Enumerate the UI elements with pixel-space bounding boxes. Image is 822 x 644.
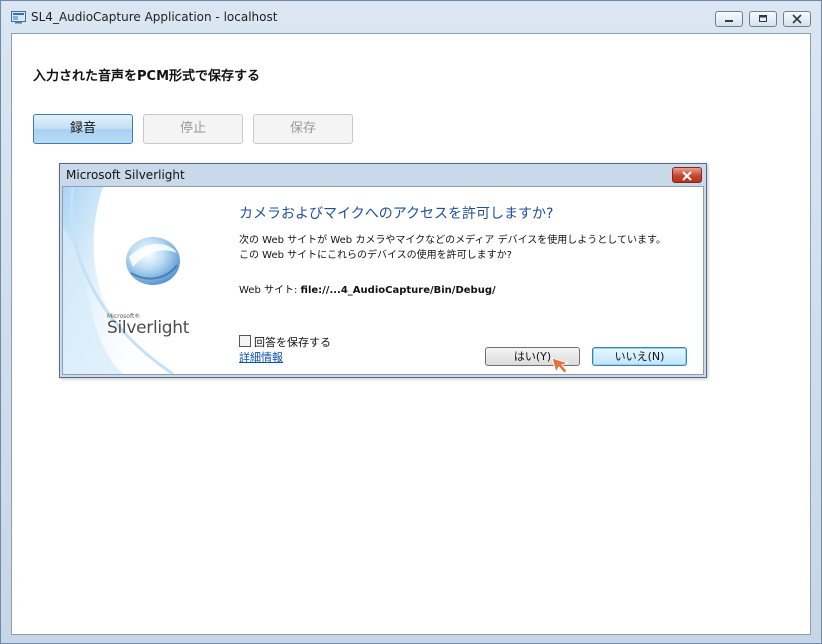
mouse-cursor-icon [551, 357, 570, 374]
window-title: SL4_AudioCapture Application - localhost [31, 10, 278, 24]
remember-label: 回答を保存する [254, 336, 331, 349]
page-heading: 入力された音声をPCM形式で保存する [33, 69, 261, 84]
permission-description: 次の Web サイトが Web カメラやマイクなどのメディア デバイスを使用しよ… [239, 235, 666, 261]
stop-button[interactable]: 停止 [143, 114, 243, 144]
permission-question: カメラおよびマイクへのアクセスを許可しますか? [239, 206, 554, 222]
brand-silverlight: Silverlight [107, 318, 190, 338]
save-button[interactable]: 保存 [253, 114, 353, 144]
silverlight-permission-dialog: Microsoft Silverlight Microsoft® Silverl… [59, 163, 707, 378]
dialog-title: Microsoft Silverlight [66, 168, 185, 182]
minimize-icon [725, 20, 733, 22]
title-bar[interactable]: SL4_AudioCapture Application - localhost [1, 1, 821, 33]
site-line: Web サイト: file://...4_AudioCapture/Bin/De… [239, 281, 496, 296]
close-icon [792, 14, 802, 24]
no-button[interactable]: いいえ(N) [592, 347, 687, 366]
close-button[interactable] [783, 11, 811, 27]
remember-checkbox[interactable] [239, 335, 251, 347]
maximize-icon [759, 15, 767, 22]
dialog-close-button[interactable] [672, 167, 702, 183]
dialog-body: Microsoft® Silverlight カメラおよびマイクへのアクセスを許… [62, 186, 704, 375]
remember-answer[interactable]: 回答を保存する [239, 334, 331, 350]
site-label: Web サイト: [239, 285, 301, 296]
record-button[interactable]: 録音 [33, 114, 133, 144]
maximize-button[interactable] [749, 11, 777, 27]
silverlight-banner [63, 187, 180, 374]
silverlight-logo-icon [126, 237, 180, 285]
more-info-link[interactable]: 詳細情報 [239, 349, 283, 365]
close-icon [682, 171, 692, 181]
silverlight-app-icon [11, 11, 26, 24]
minimize-button[interactable] [715, 11, 743, 27]
site-url: file://...4_AudioCapture/Bin/Debug/ [300, 285, 496, 296]
